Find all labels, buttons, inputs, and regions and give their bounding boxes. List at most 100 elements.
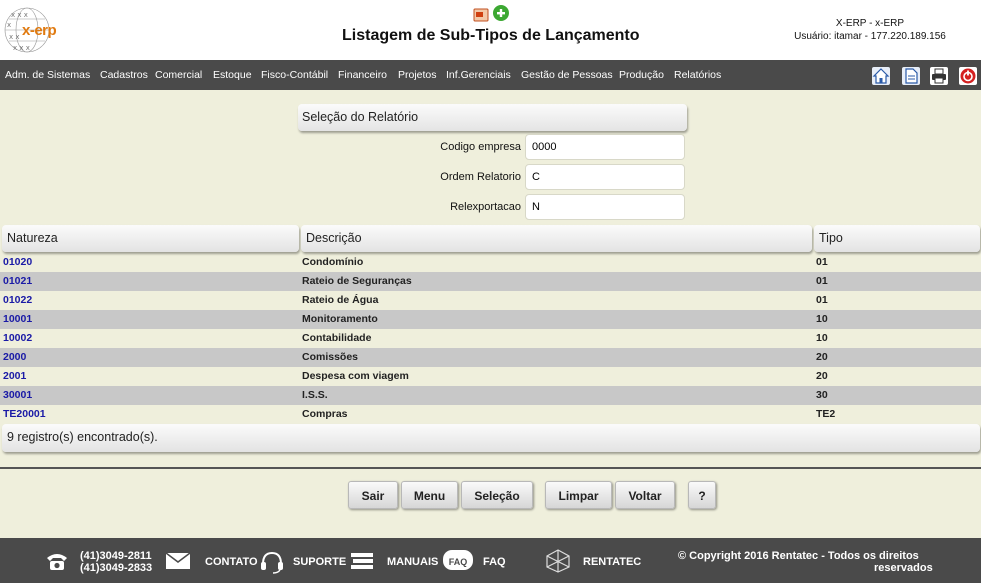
tipo-cell: 10 [816,332,828,344]
menu-item-adm-sistemas[interactable]: Adm. de Sistemas [5,69,90,81]
menu-item-comercial[interactable]: Comercial [155,69,202,81]
tipo-cell: 01 [816,275,828,287]
descricao-cell: Compras [302,408,348,420]
home-icon[interactable] [872,67,890,85]
table-row[interactable]: 01021 Rateio de Seguranças 01 [0,272,981,291]
tipo-cell: 01 [816,294,828,306]
ordem-relatorio-label: Ordem Relatorio [440,171,521,183]
table-row[interactable]: 2000 Comissões 20 [0,348,981,367]
natureza-cell[interactable]: 01020 [3,256,32,268]
tipo-cell: TE2 [816,408,836,420]
contato-link[interactable]: CONTATO [205,556,258,568]
page-title: Listagem de Sub-Tipos de Lançamento [342,27,640,44]
menu-item-inf-gerenciais[interactable]: Inf.Gerenciais [446,69,511,81]
add-icon[interactable] [493,5,509,21]
descricao-cell: Monitoramento [302,313,378,325]
power-icon[interactable] [959,67,977,85]
printer-icon[interactable] [930,67,948,85]
books-icon [351,553,373,569]
table-row[interactable]: 01020 Condomínio 01 [0,253,981,272]
rentatec-link[interactable]: RENTATEC [583,556,641,568]
descricao-cell: Condomínio [302,256,364,268]
column-header-descricao[interactable]: Descrição [301,225,812,252]
ordem-relatorio-field[interactable]: C [525,164,685,190]
logo-text: x-erp [22,22,57,39]
envelope-icon [165,552,191,569]
descricao-cell: Rateio de Água [302,294,379,306]
x-erp-logo[interactable]: x x x x x x x x x x-erp [3,5,63,55]
tipo-cell: 01 [816,256,828,268]
main-menu-bar: Adm. de Sistemas Cadastros Comercial Est… [0,60,981,90]
relexportacao-label: Relexportacao [450,201,521,213]
column-header-tipo[interactable]: Tipo [814,225,980,252]
table-row[interactable]: 10002 Contabilidade 10 [0,329,981,348]
help-button[interactable]: ? [688,481,716,509]
tipo-cell: 20 [816,351,828,363]
menu-item-gestao-pessoas[interactable]: Gestão de Pessoas [521,69,613,81]
natureza-cell[interactable]: 01022 [3,294,32,306]
divider [0,467,981,469]
header: x x x x x x x x x x-erp Listagem de Sub-… [0,0,981,60]
column-header-natureza[interactable]: Natureza [2,225,299,252]
menu-item-relatorios[interactable]: Relatórios [674,69,721,81]
tipo-cell: 10 [816,313,828,325]
menu-item-fisco-contabil[interactable]: Fisco-Contábil [261,69,328,81]
record-count: 9 registro(s) encontrado(s). [2,424,980,452]
svg-text:x x x: x x x [11,11,28,19]
tipo-cell: 20 [816,370,828,382]
footer: (41)3049-2811 (41)3049-2833 CONTATO SUPO… [0,538,981,583]
descricao-cell: Rateio de Seguranças [302,275,412,287]
menu-item-projetos[interactable]: Projetos [398,69,437,81]
report-icon[interactable] [473,8,489,22]
headset-icon [261,551,283,574]
svg-text:x x: x x [9,33,20,41]
copyright-line-1: © Copyright 2016 Rentatec - Todos os dir… [678,550,919,562]
suporte-link[interactable]: SUPORTE [293,556,346,568]
table-row[interactable]: 01022 Rateio de Água 01 [0,291,981,310]
copyright-line-2: reservados [874,562,933,574]
relexportacao-field[interactable]: N [525,194,685,220]
descricao-cell: Contabilidade [302,332,372,344]
phone-icon [47,554,67,570]
faq-bubble-icon: FAQ [443,550,473,570]
menu-button[interactable]: Menu [401,481,458,509]
table-row[interactable]: 30001 I.S.S. 30 [0,386,981,405]
voltar-button[interactable]: Voltar [615,481,675,509]
user-info: X-ERP - x-ERP Usuário: itamar - 177.220.… [770,17,970,43]
menu-item-producao[interactable]: Produção [619,69,664,81]
phone-number-2: (41)3049-2833 [80,562,153,574]
menu-item-estoque[interactable]: Estoque [213,69,252,81]
natureza-cell[interactable]: 30001 [3,389,32,401]
svg-text:x x x: x x x [13,44,30,52]
table-row[interactable]: 10001 Monitoramento 10 [0,310,981,329]
document-icon[interactable] [902,67,920,85]
user-name: Usuário: itamar - 177.220.189.156 [794,31,946,42]
table-row[interactable]: TE20001 Compras TE2 [0,405,981,424]
sair-button[interactable]: Sair [348,481,398,509]
system-name: X-ERP - x-ERP [835,18,905,29]
descricao-cell: Despesa com viagem [302,370,409,382]
codigo-empresa-field[interactable]: 0000 [525,134,685,160]
selection-panel-title: Seleção do Relatório [298,104,687,131]
header-icons [473,4,513,24]
table-row[interactable]: 2001 Despesa com viagem 20 [0,367,981,386]
descricao-cell: I.S.S. [302,389,328,401]
selecao-button[interactable]: Seleção [461,481,533,509]
natureza-cell[interactable]: TE20001 [3,408,46,420]
svg-text:x: x [7,21,11,29]
natureza-cell[interactable]: 10002 [3,332,32,344]
natureza-cell[interactable]: 01021 [3,275,32,287]
natureza-cell[interactable]: 2001 [3,370,26,382]
phone-number-1: (41)3049-2811 [80,550,152,562]
manuais-link[interactable]: MANUAIS [387,556,438,568]
rentatec-logo-icon [546,549,570,573]
faq-badge: FAQ [448,557,468,567]
menu-item-cadastros[interactable]: Cadastros [100,69,148,81]
natureza-cell[interactable]: 2000 [3,351,26,363]
codigo-empresa-label: Codigo empresa [440,141,521,153]
faq-link[interactable]: FAQ [483,556,506,568]
natureza-cell[interactable]: 10001 [3,313,32,325]
menu-item-financeiro[interactable]: Financeiro [338,69,387,81]
limpar-button[interactable]: Limpar [545,481,612,509]
descricao-cell: Comissões [302,351,359,363]
